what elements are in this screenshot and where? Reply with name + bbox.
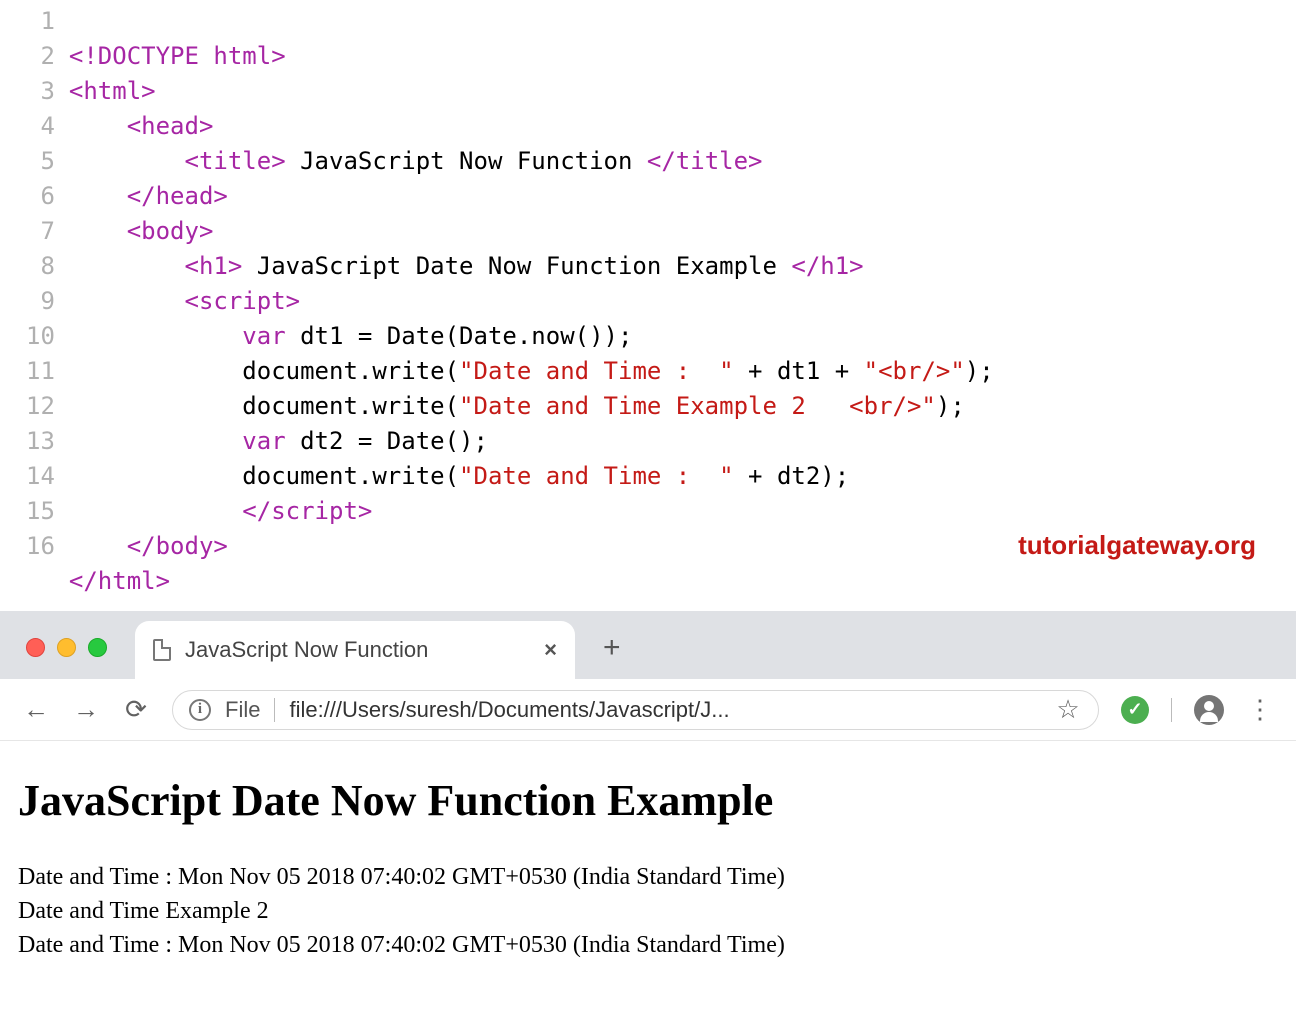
window-controls	[16, 638, 135, 679]
url-scheme-label: File	[225, 697, 260, 723]
tab-title: JavaScript Now Function	[185, 637, 428, 663]
code-content[interactable]: <!DOCTYPE html> <html> <head> <title> Ja…	[69, 4, 994, 599]
code-token: dt1 = Date(Date.now());	[286, 322, 633, 350]
line-number: 7	[26, 214, 55, 249]
menu-dots-icon[interactable]: ⋮	[1246, 694, 1274, 725]
line-number: 11	[26, 354, 55, 389]
line-number: 10	[26, 319, 55, 354]
line-number: 12	[26, 389, 55, 424]
code-token: <script>	[185, 287, 301, 315]
code-token: <head>	[127, 112, 214, 140]
output-line: Date and Time : Mon Nov 05 2018 07:40:02…	[18, 928, 1278, 962]
info-icon[interactable]: i	[189, 699, 211, 721]
code-token: );	[936, 392, 965, 420]
code-token: document.write(	[242, 357, 459, 385]
new-tab-button[interactable]: +	[575, 631, 621, 679]
line-number: 2	[26, 39, 55, 74]
browser-chrome: JavaScript Now Function × + ← → ⟳ i File…	[0, 611, 1296, 996]
line-number: 8	[26, 249, 55, 284]
line-number: 4	[26, 109, 55, 144]
page-heading: JavaScript Date Now Function Example	[18, 775, 1278, 826]
rendered-page: JavaScript Date Now Function Example Dat…	[0, 741, 1296, 996]
browser-tab[interactable]: JavaScript Now Function ×	[135, 621, 575, 679]
tab-strip: JavaScript Now Function × +	[0, 611, 1296, 679]
code-token: JavaScript Now Function	[286, 147, 647, 175]
maximize-icon[interactable]	[88, 638, 107, 657]
code-token: var	[242, 427, 285, 455]
code-token: </head>	[127, 182, 228, 210]
code-token: dt2 = Date();	[286, 427, 488, 455]
line-number: 3	[26, 74, 55, 109]
code-token: + dt2);	[734, 462, 850, 490]
code-token: <h1>	[185, 252, 243, 280]
tab-close-icon[interactable]: ×	[544, 637, 557, 663]
code-token: </body>	[127, 532, 228, 560]
code-token: "Date and Time : "	[459, 357, 734, 385]
watermark-text: tutorialgateway.org	[1018, 530, 1256, 561]
code-token: </title>	[647, 147, 763, 175]
minimize-icon[interactable]	[57, 638, 76, 657]
code-token: "<br/>"	[864, 357, 965, 385]
address-bar[interactable]: i File file:///Users/suresh/Documents/Ja…	[172, 690, 1099, 730]
code-token: document.write(	[242, 392, 459, 420]
close-icon[interactable]	[26, 638, 45, 657]
line-number: 15	[26, 494, 55, 529]
code-token: );	[965, 357, 994, 385]
check-badge-icon[interactable]: ✓	[1121, 696, 1149, 724]
line-number: 9	[26, 284, 55, 319]
document-icon	[153, 639, 171, 661]
output-line: Date and Time : Mon Nov 05 2018 07:40:02…	[18, 860, 1278, 894]
bookmark-star-icon[interactable]: ☆	[1054, 694, 1082, 725]
code-token: </script>	[242, 497, 372, 525]
line-number: 13	[26, 424, 55, 459]
code-token: </h1>	[791, 252, 863, 280]
separator	[1171, 698, 1172, 722]
back-button[interactable]: ←	[22, 694, 50, 725]
code-token: <!DOCTYPE html>	[69, 42, 286, 70]
line-number: 1	[26, 4, 55, 39]
line-number-gutter: 1 2 3 4 5 6 7 8 9 10 11 12 13 14 15 16	[0, 4, 69, 599]
separator	[274, 698, 275, 722]
line-number: 5	[26, 144, 55, 179]
reload-button[interactable]: ⟳	[122, 694, 150, 725]
account-icon[interactable]	[1194, 695, 1224, 725]
code-token: "Date and Time : "	[459, 462, 734, 490]
code-token: document.write(	[242, 462, 459, 490]
code-token: JavaScript Date Now Function Example	[242, 252, 791, 280]
line-number: 6	[26, 179, 55, 214]
code-token: </html>	[69, 567, 170, 595]
code-token: var	[242, 322, 285, 350]
line-number: 16	[26, 529, 55, 564]
output-line: Date and Time Example 2	[18, 894, 1278, 928]
code-token: <title>	[185, 147, 286, 175]
code-editor: 1 2 3 4 5 6 7 8 9 10 11 12 13 14 15 16 <…	[0, 0, 1296, 611]
url-text: file:///Users/suresh/Documents/Javascrip…	[289, 697, 1040, 723]
forward-button[interactable]: →	[72, 694, 100, 725]
line-number: 14	[26, 459, 55, 494]
code-token: "Date and Time Example 2 <br/>"	[459, 392, 936, 420]
code-token: <html>	[69, 77, 156, 105]
browser-toolbar: ← → ⟳ i File file:///Users/suresh/Docume…	[0, 679, 1296, 741]
code-token: + dt1 +	[734, 357, 864, 385]
code-token: <body>	[127, 217, 214, 245]
